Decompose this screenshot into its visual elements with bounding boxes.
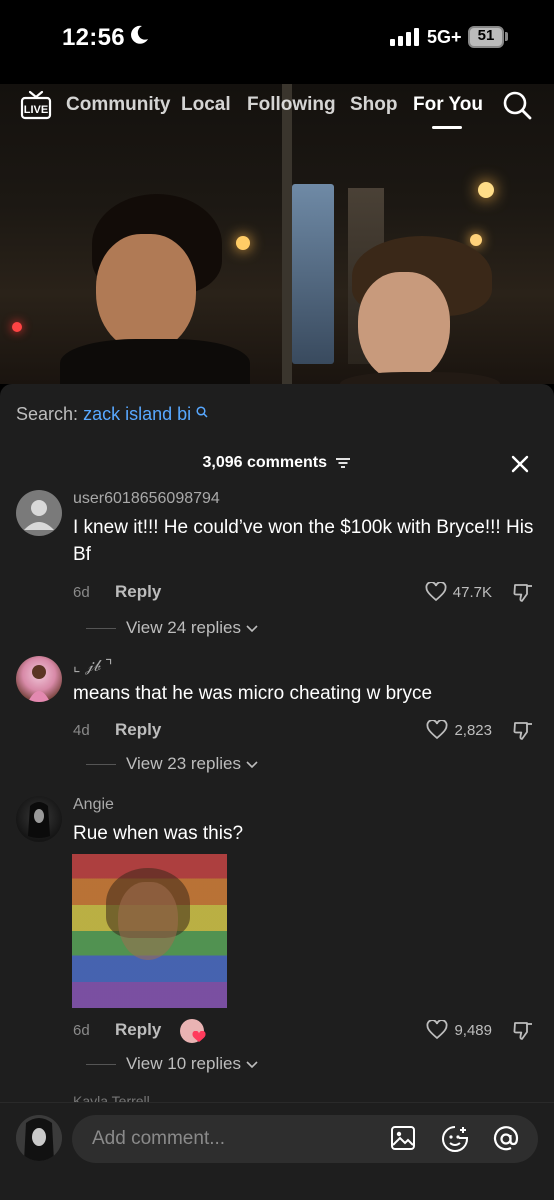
view-replies-label: View 24 replies [126,618,241,637]
view-replies-button[interactable]: View 10 replies [86,1054,259,1074]
signal-icon [390,28,419,46]
like-count: 9,489 [454,1021,492,1039]
view-replies-label: View 10 replies [126,1054,241,1073]
person-left-body [60,339,250,384]
emoji-icon[interactable] [441,1125,469,1153]
comment-count-header: 3,096 comments [0,454,554,472]
comment-input[interactable] [92,1115,372,1163]
street-light [12,322,22,332]
reply-button[interactable]: Reply [115,582,161,602]
view-replies-button[interactable]: View 24 replies [86,618,259,638]
street-light [236,236,250,250]
view-replies-button[interactable]: View 23 replies [86,754,259,774]
tab-community[interactable]: Community [66,94,171,116]
person-left-face [96,234,196,352]
street-light [470,234,482,246]
moon-icon [131,25,148,44]
mention-icon[interactable] [492,1125,520,1153]
comment-count: 3,096 comments [202,454,328,471]
person-right-body [340,372,500,384]
search-icon[interactable] [502,90,532,120]
like-count: 2,823 [454,721,492,739]
divider-line [86,627,116,629]
search-prefix: Search: [16,404,79,424]
chevron-down-icon [246,625,258,633]
search-suggestion[interactable]: Search: zack island bi [16,404,208,425]
street-light [478,182,494,198]
dislike-icon[interactable] [512,582,534,604]
comment-age: 6d [73,584,90,601]
dislike-icon[interactable] [512,720,534,742]
street-kiosk [292,184,334,364]
chevron-down-icon [246,761,258,769]
active-tab-indicator [432,126,462,129]
comment-username[interactable]: user6018656098794 [73,490,220,508]
my-avatar [16,1115,62,1161]
divider-line [86,763,116,765]
avatar-figure [28,802,50,838]
comment-text: Rue when was this? [73,823,244,844]
network-type: 5G+ [427,27,462,47]
comment-age: 6d [73,1022,90,1039]
divider-line [86,1063,116,1065]
comment-username[interactable]: Angie [73,796,114,814]
comments-sheet: Search: zack island bi 3,096 comments us… [0,384,554,1200]
status-bar: 12:56 5G+ 51 [0,0,554,84]
battery-icon: 51 [468,26,504,48]
comment-image[interactable] [72,854,227,1008]
chevron-down-icon [246,1061,258,1069]
avatar-figure [16,1115,62,1161]
comment-input-container[interactable] [72,1115,538,1163]
image-icon[interactable] [390,1125,416,1151]
image-face [118,882,178,960]
top-nav: LIVE Community Local Following Shop For … [0,84,554,132]
comment-input-bar [0,1102,554,1200]
like-button[interactable]: 9,489 [426,1020,492,1040]
heart-badge-icon [192,1031,206,1042]
avatar-figure [28,665,50,702]
tab-shop[interactable]: Shop [350,94,398,116]
live-icon[interactable]: LIVE [20,90,52,120]
creator-liked-avatar [180,1019,206,1043]
comment-age: 4d [73,722,90,739]
tab-local[interactable]: Local [181,94,231,116]
comment-username[interactable]: ⌞ 𝒿𝒷 ⌝ [73,656,113,676]
dislike-icon[interactable] [512,1020,534,1042]
heart-icon [426,1020,448,1040]
like-count: 47.7K [452,583,492,601]
filter-icon[interactable] [335,457,351,469]
tab-for-you[interactable]: For You [413,94,483,116]
heart-icon [426,720,448,740]
status-time: 12:56 [62,24,125,51]
comment-text: means that he was micro cheating w bryce [73,683,433,704]
search-query-link[interactable]: zack island bi [83,404,191,424]
like-button[interactable]: 47.7K [425,582,492,602]
avatar[interactable] [16,490,62,536]
svg-text:LIVE: LIVE [24,104,48,116]
default-avatar-icon [24,500,54,530]
tab-following[interactable]: Following [247,94,336,116]
heart-icon [425,582,447,602]
person-right-face [358,272,450,382]
comment-text: I knew it!!! He could’ve won the $100k w… [73,517,534,565]
close-icon[interactable] [510,454,530,474]
reply-button[interactable]: Reply [115,1020,161,1040]
like-button[interactable]: 2,823 [426,720,492,740]
search-small-icon [196,406,208,418]
battery-level: 51 [477,27,495,44]
avatar[interactable] [16,796,62,842]
battery-tip [505,32,508,41]
view-replies-label: View 23 replies [126,754,241,773]
avatar[interactable] [16,656,62,702]
reply-button[interactable]: Reply [115,720,161,740]
